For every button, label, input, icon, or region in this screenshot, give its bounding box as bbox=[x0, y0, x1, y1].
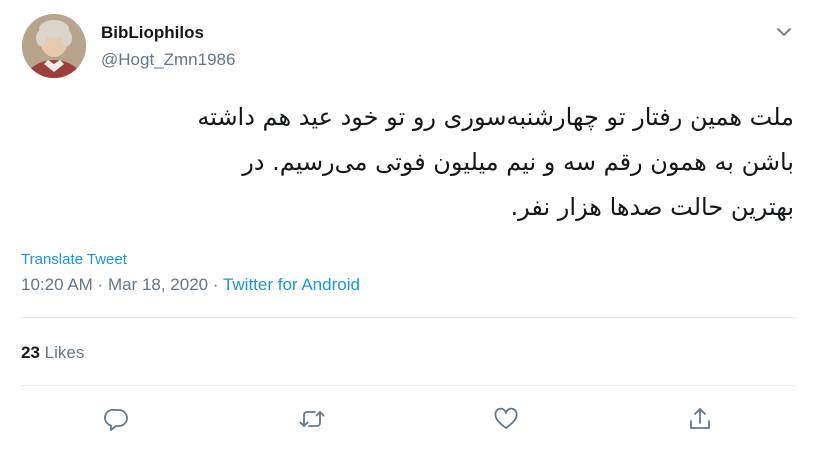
like-icon[interactable] bbox=[492, 405, 520, 433]
translate-tweet-link[interactable]: Translate Tweet bbox=[21, 251, 127, 268]
tweet-time[interactable]: 10:20 AM bbox=[21, 275, 93, 294]
chevron-down-icon[interactable] bbox=[774, 22, 794, 42]
likes-count: 23 bbox=[21, 343, 40, 362]
portrait-avatar-icon bbox=[22, 14, 86, 78]
divider bbox=[21, 317, 796, 318]
retweet-icon[interactable] bbox=[298, 405, 326, 433]
tweet-source-link[interactable]: Twitter for Android bbox=[223, 275, 360, 294]
tweet-text: ملت همین رفتار تو چهارشنبه‌سوری رو تو خو… bbox=[24, 95, 794, 230]
share-icon[interactable] bbox=[686, 405, 714, 433]
divider bbox=[21, 385, 796, 386]
meta-separator: · bbox=[208, 275, 223, 294]
reply-icon[interactable] bbox=[103, 405, 131, 433]
tweet-text-line: بهترین حالت صدها هزار نفر. bbox=[510, 193, 794, 221]
avatar[interactable] bbox=[22, 14, 86, 78]
tweet-text-line: ملت همین رفتار تو چهارشنبه‌سوری رو تو خو… bbox=[197, 103, 794, 131]
tweet-text-line: باشن به همون رقم سه و نیم میلیون فوتی می… bbox=[242, 148, 794, 176]
display-name[interactable]: BibLiophilos bbox=[101, 23, 204, 43]
likes-stat[interactable]: 23 Likes bbox=[21, 343, 84, 363]
likes-label: Likes bbox=[39, 343, 85, 362]
meta-separator: · bbox=[92, 275, 108, 294]
tweet-date[interactable]: Mar 18, 2020 bbox=[108, 275, 208, 294]
tweet-meta: 10:20 AM · Mar 18, 2020 · Twitter for An… bbox=[21, 275, 360, 295]
user-handle[interactable]: @Hogt_Zmn1986 bbox=[101, 50, 235, 70]
